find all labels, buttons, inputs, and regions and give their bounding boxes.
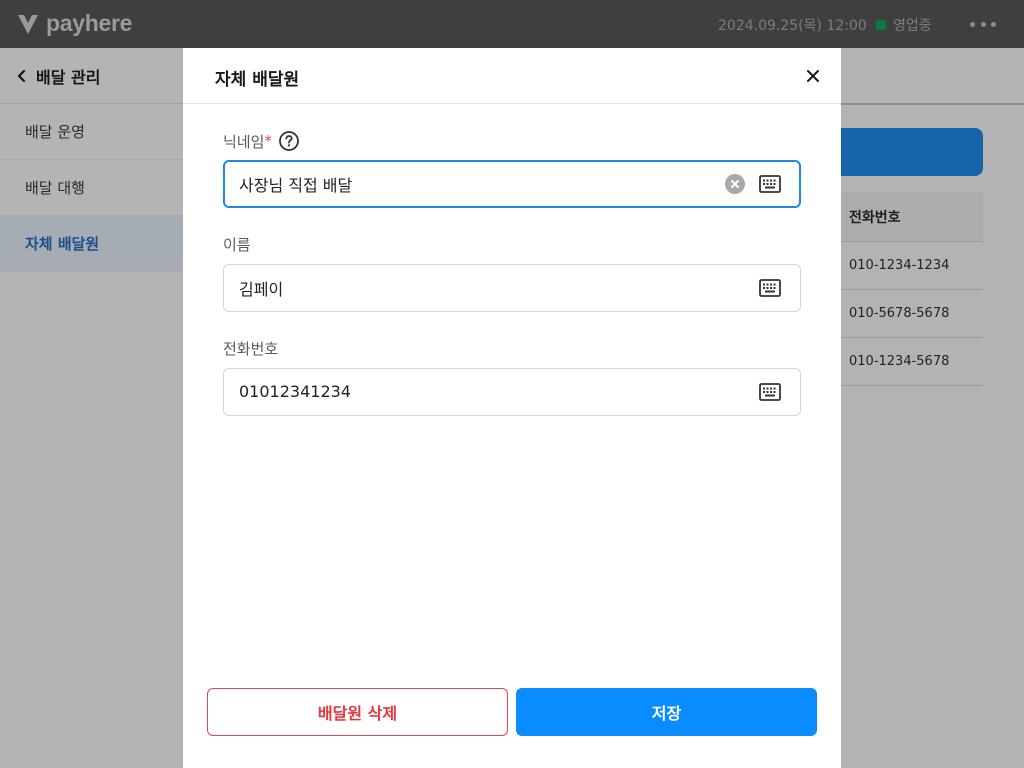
background-content: 전화번호 010-1234-1234 010-5678-5678 010-123… <box>840 48 1024 768</box>
name-label-row: 이름 <box>223 234 251 255</box>
top-bar: payhere 2024.09.25(목) 12:00 영업중 <box>0 0 1024 48</box>
sidebar-item-delivery-operation[interactable]: 배달 운영 <box>0 104 184 160</box>
chevron-left-icon <box>17 69 26 82</box>
store-status: 영업중 <box>876 15 932 35</box>
sidebar-item-own-riders[interactable]: 자체 배달원 <box>0 216 184 272</box>
brand-logo: payhere <box>16 10 132 37</box>
table-row: 010-1234-1234 <box>840 242 983 290</box>
name-field[interactable] <box>223 264 801 312</box>
brand-name: payhere <box>46 10 133 36</box>
status-indicator-icon <box>876 20 886 30</box>
nickname-input[interactable] <box>239 174 699 193</box>
phone-label-row: 전화번호 <box>223 338 278 359</box>
keyboard-icon[interactable] <box>759 175 781 193</box>
sidebar: 배달 관리 배달 운영 배달 대행 자체 배달원 <box>0 48 184 768</box>
sidebar-title: 배달 관리 <box>36 67 101 87</box>
clear-input-icon[interactable] <box>725 174 745 194</box>
phone-field[interactable] <box>223 368 801 416</box>
store-status-label: 영업중 <box>893 18 932 34</box>
required-mark: * <box>264 132 272 150</box>
name-label: 이름 <box>223 236 251 254</box>
modal-title: 자체 배달원 <box>215 70 300 90</box>
phone-label: 전화번호 <box>223 340 279 358</box>
phone-input[interactable] <box>239 382 699 401</box>
help-icon[interactable] <box>278 130 300 152</box>
delete-rider-button[interactable]: 배달원 삭제 <box>207 688 508 736</box>
close-icon[interactable] <box>803 66 823 86</box>
name-input[interactable] <box>239 278 699 297</box>
more-menu-icon[interactable] <box>970 14 996 34</box>
sidebar-item-delivery-agency[interactable]: 배달 대행 <box>0 160 184 216</box>
table-row: 010-5678-5678 <box>840 290 983 338</box>
keyboard-icon[interactable] <box>759 279 781 297</box>
nickname-label: 닉네임 <box>223 132 265 151</box>
sidebar-back-header[interactable]: 배달 관리 <box>0 48 184 104</box>
header-divider <box>840 103 1024 105</box>
modal-header: 자체 배달원 <box>183 48 841 104</box>
background-rider-table: 전화번호 010-1234-1234 010-5678-5678 010-123… <box>840 192 983 386</box>
save-button[interactable]: 저장 <box>516 688 817 736</box>
current-datetime: 2024.09.25(목) 12:00 <box>718 18 867 34</box>
rider-edit-modal: 자체 배달원 닉네임 * 이름 <box>183 48 841 768</box>
background-add-button <box>840 128 983 176</box>
table-header-phone: 전화번호 <box>840 192 983 242</box>
payhere-logo-icon <box>18 14 38 34</box>
keyboard-icon[interactable] <box>759 383 781 401</box>
nickname-label-row: 닉네임 * <box>223 130 300 152</box>
nickname-field[interactable] <box>223 160 801 208</box>
table-row: 010-1234-5678 <box>840 338 983 386</box>
